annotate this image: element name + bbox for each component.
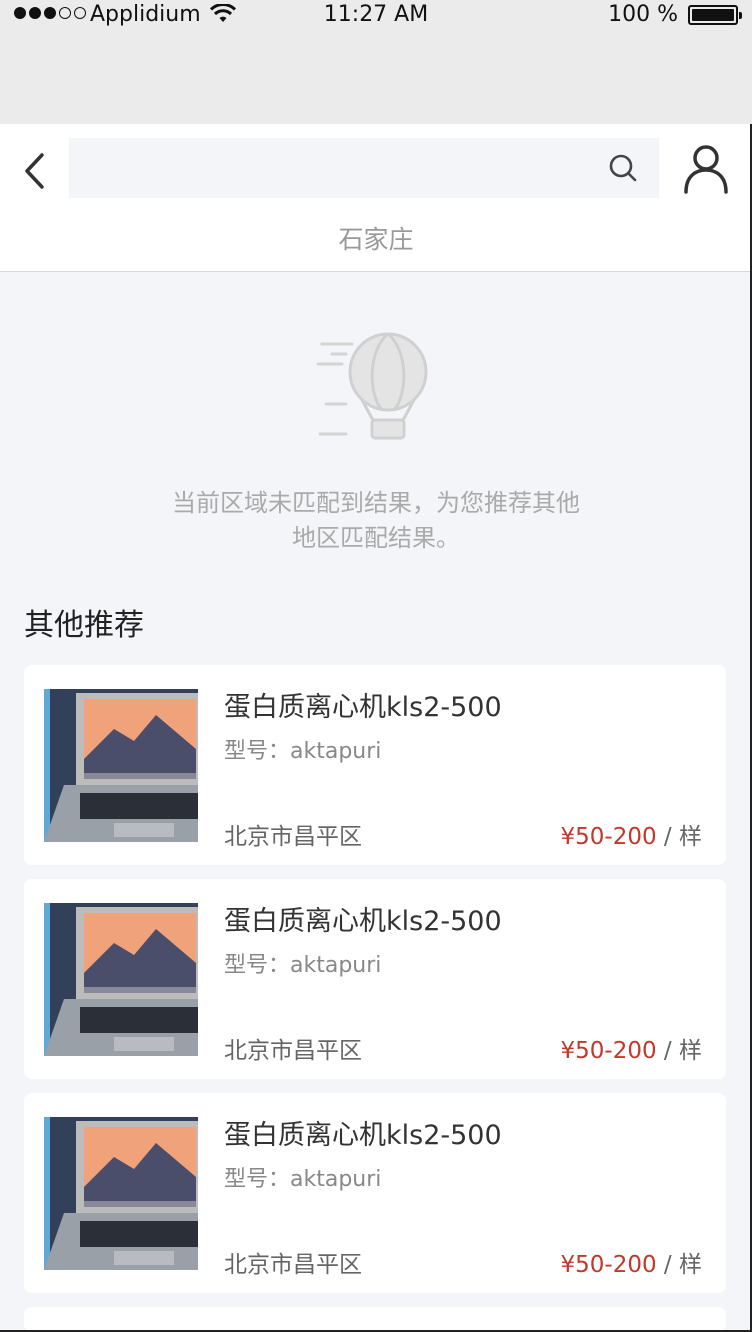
product-model: 型号：aktapuri <box>224 739 382 764</box>
product-price: ¥50-200 / 样 <box>560 1252 702 1278</box>
search-input[interactable] <box>69 138 599 198</box>
product-location: 北京市昌平区 <box>224 824 362 850</box>
battery-icon <box>688 5 742 25</box>
back-button[interactable] <box>14 146 54 196</box>
user-icon <box>684 145 728 194</box>
battery-percent: 100 % <box>608 2 678 27</box>
header: 石家庄 <box>0 124 752 272</box>
status-bar: Applidium 11:27 AM 100 % <box>0 0 752 124</box>
product-image <box>44 1117 198 1270</box>
product-image <box>44 689 198 842</box>
product-location: 北京市昌平区 <box>224 1252 362 1278</box>
product-card[interactable]: 蛋白质离心机kls2-500 型号：aktapuri 北京市昌平区 ¥50-20… <box>24 1093 726 1293</box>
section-title: 其他推荐 <box>24 608 144 643</box>
hot-air-balloon-icon <box>316 332 428 440</box>
product-title: 蛋白质离心机kls2-500 <box>224 1120 502 1151</box>
product-card-partial[interactable] <box>24 1307 726 1332</box>
product-location: 北京市昌平区 <box>224 1038 362 1064</box>
product-model: 型号：aktapuri <box>224 1167 382 1192</box>
product-model: 型号：aktapuri <box>224 953 382 978</box>
current-location[interactable]: 石家庄 <box>0 220 752 256</box>
search-bar <box>69 138 659 198</box>
product-title: 蛋白质离心机kls2-500 <box>224 906 502 937</box>
product-card[interactable]: 蛋白质离心机kls2-500 型号：aktapuri 北京市昌平区 ¥50-20… <box>24 879 726 1079</box>
product-card[interactable]: 蛋白质离心机kls2-500 型号：aktapuri 北京市昌平区 ¥50-20… <box>24 665 726 865</box>
product-price: ¥50-200 / 样 <box>560 1038 702 1064</box>
product-image <box>44 903 198 1056</box>
search-icon[interactable] <box>607 152 639 184</box>
user-profile-button[interactable] <box>682 144 730 194</box>
chevron-left-icon <box>25 153 44 189</box>
product-price: ¥50-200 / 样 <box>560 824 702 850</box>
product-title: 蛋白质离心机kls2-500 <box>224 692 502 723</box>
empty-state-message: 当前区域未匹配到结果，为您推荐其他 地区匹配结果。 <box>172 489 580 552</box>
